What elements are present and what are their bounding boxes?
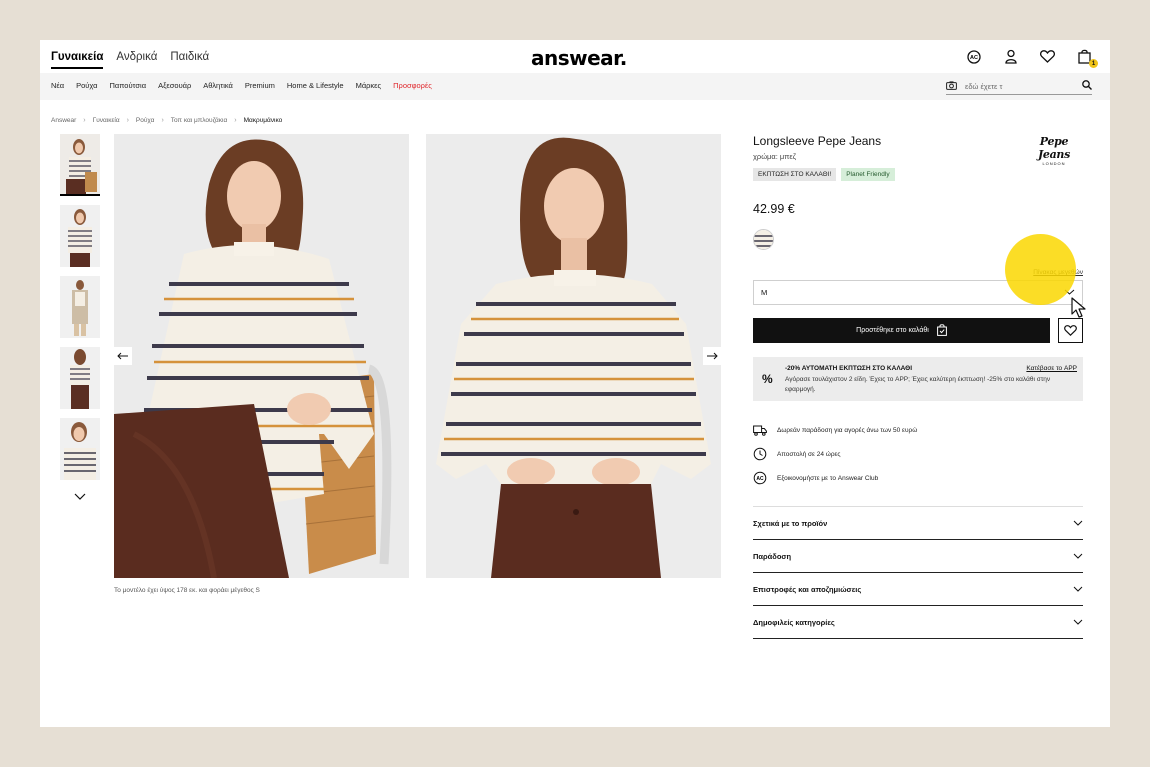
chevron-right-icon: › xyxy=(126,117,129,124)
perk-answear-club: AC Εξοικονομήστε με το Answear Club xyxy=(753,466,1083,490)
accordion-returns[interactable]: Επιστροφές και αποζημιώσεις xyxy=(753,573,1083,606)
user-icon[interactable] xyxy=(1002,48,1019,65)
tab-men[interactable]: Ανδρικά xyxy=(116,51,157,69)
promo-title: -20% ΑΥΤΟΜΑΤΗ ΕΚΠΤΩΣΗ ΣΤΟ ΚΑΛΑΘΙ xyxy=(785,365,913,372)
search-icon[interactable] xyxy=(1082,77,1092,95)
chevron-down-icon[interactable] xyxy=(60,489,100,503)
search-bar xyxy=(946,78,1092,95)
product-page: Γυναικεία Ανδρικά Παιδικά answear. AC 1 … xyxy=(40,40,1110,727)
chevron-right-icon: › xyxy=(234,117,237,124)
chevron-right-icon: › xyxy=(161,117,164,124)
thumbnail-5[interactable] xyxy=(60,418,100,480)
brand-logo[interactable]: Pepe Jeans LONDON xyxy=(1025,135,1083,166)
info-accordion: Σχετικά με το προϊόν Παράδοση Επιστροφές… xyxy=(753,506,1083,639)
nav-clothing[interactable]: Ρούχα xyxy=(76,81,97,90)
camera-icon[interactable] xyxy=(946,77,957,95)
accordion-about-product[interactable]: Σχετικά με το προϊόν xyxy=(753,507,1083,540)
heart-icon[interactable] xyxy=(1039,48,1056,65)
chevron-down-icon xyxy=(1073,585,1083,594)
ac-club-icon[interactable]: AC xyxy=(965,48,982,65)
tab-kids[interactable]: Παιδικά xyxy=(170,51,209,69)
tab-women[interactable]: Γυναικεία xyxy=(51,51,104,69)
arrow-left-icon[interactable] xyxy=(114,347,132,365)
add-to-cart-button[interactable]: Προστέθηκε στο καλάθι xyxy=(753,318,1050,343)
accordion-popular-categories[interactable]: Δημοφιλείς κατηγορίες xyxy=(753,606,1083,639)
promo-text: Αγόρασε τουλάχιστον 2 είδη. Έχεις το APP… xyxy=(785,376,1051,393)
cart-discount-badge: ΕΚΠΤΩΣΗ ΣΤΟ ΚΑΛΑΘΙ! xyxy=(753,168,837,181)
svg-text:AC: AC xyxy=(970,55,978,61)
nav-premium[interactable]: Premium xyxy=(245,81,275,90)
perk-24h-shipping: Αποστολή σε 24 ώρες xyxy=(753,442,1083,466)
svg-text:AC: AC xyxy=(756,476,764,482)
nav-new[interactable]: Νέα xyxy=(51,81,64,90)
ac-club-icon: AC xyxy=(753,471,767,485)
chevron-down-icon xyxy=(1073,519,1083,528)
gender-tabs: Γυναικεία Ανδρικά Παιδικά xyxy=(51,51,209,69)
thumbnail-1[interactable] xyxy=(60,134,100,196)
model-caption: Το μοντέλο έχει ύψος 178 εκ. και φοράει … xyxy=(114,587,260,594)
download-app-link[interactable]: Κατέβασε το APP xyxy=(1026,365,1077,372)
product-price: 42.99 € xyxy=(753,202,795,216)
promo-banner: % -20% ΑΥΤΟΜΑΤΗ ΕΚΠΤΩΣΗ ΣΤΟ ΚΑΛΑΘΙ Κατέβ… xyxy=(753,357,1083,401)
cursor-highlight xyxy=(1005,234,1076,305)
accordion-delivery[interactable]: Παράδοση xyxy=(753,540,1083,573)
nav-brands[interactable]: Μάρκες xyxy=(356,81,382,90)
truck-icon xyxy=(753,423,767,437)
chevron-down-icon xyxy=(1073,552,1083,561)
thumbnail-strip xyxy=(60,134,100,503)
percent-icon: % xyxy=(762,372,773,386)
nav-shoes[interactable]: Παπούτσια xyxy=(109,81,146,90)
breadcrumb-women[interactable]: Γυναικεία xyxy=(93,117,120,124)
breadcrumb-current: Μακρυμάνικο xyxy=(243,117,283,124)
site-logo[interactable]: answear. xyxy=(531,46,627,70)
nav-sale[interactable]: Προσφορές xyxy=(393,81,432,90)
arrow-right-icon[interactable] xyxy=(703,347,721,365)
chevron-right-icon: › xyxy=(83,117,86,124)
breadcrumb-tops[interactable]: Τοπ και μπλουζάκια xyxy=(171,117,227,124)
product-image-2 xyxy=(426,134,721,578)
clock-24-icon xyxy=(753,447,767,461)
breadcrumb: Answear › Γυναικεία › Ρούχα › Τοπ και μπ… xyxy=(51,117,282,124)
thumbnail-4[interactable] xyxy=(60,347,100,409)
product-image-1 xyxy=(114,134,409,578)
bag-icon[interactable]: 1 xyxy=(1076,48,1098,68)
bag-check-icon xyxy=(936,323,947,338)
planet-friendly-badge: Planet Friendly xyxy=(841,168,895,181)
thumbnail-3[interactable] xyxy=(60,276,100,338)
thumbnail-2[interactable] xyxy=(60,205,100,267)
search-input[interactable] xyxy=(965,81,1075,91)
breadcrumb-home[interactable]: Answear xyxy=(51,117,76,124)
product-details: Longsleeve Pepe Jeans χρώμα: μπεζ Pepe J… xyxy=(753,134,1083,639)
add-to-cart-label: Προστέθηκε στο καλάθι xyxy=(856,327,929,334)
cart-count-badge: 1 xyxy=(1089,59,1098,68)
category-nav: Νέα Ρούχα Παπούτσια Αξεσουάρ Αθλητικά Pr… xyxy=(40,73,1110,100)
size-select-value: M xyxy=(761,288,768,297)
nav-sport[interactable]: Αθλητικά xyxy=(203,81,233,90)
breadcrumb-clothing[interactable]: Ρούχα xyxy=(136,117,155,124)
chevron-down-icon xyxy=(1073,618,1083,627)
color-swatch[interactable] xyxy=(753,229,774,250)
mouse-cursor-icon xyxy=(1071,297,1087,324)
nav-accessories[interactable]: Αξεσουάρ xyxy=(158,81,191,90)
nav-home-lifestyle[interactable]: Home & Lifestyle xyxy=(287,81,344,90)
perks-list: Δωρεάν παράδοση για αγορές άνω των 50 ευ… xyxy=(753,418,1083,490)
site-header: Γυναικεία Ανδρικά Παιδικά answear. AC 1 xyxy=(40,40,1110,73)
perk-free-delivery: Δωρεάν παράδοση για αγορές άνω των 50 ευ… xyxy=(753,418,1083,442)
